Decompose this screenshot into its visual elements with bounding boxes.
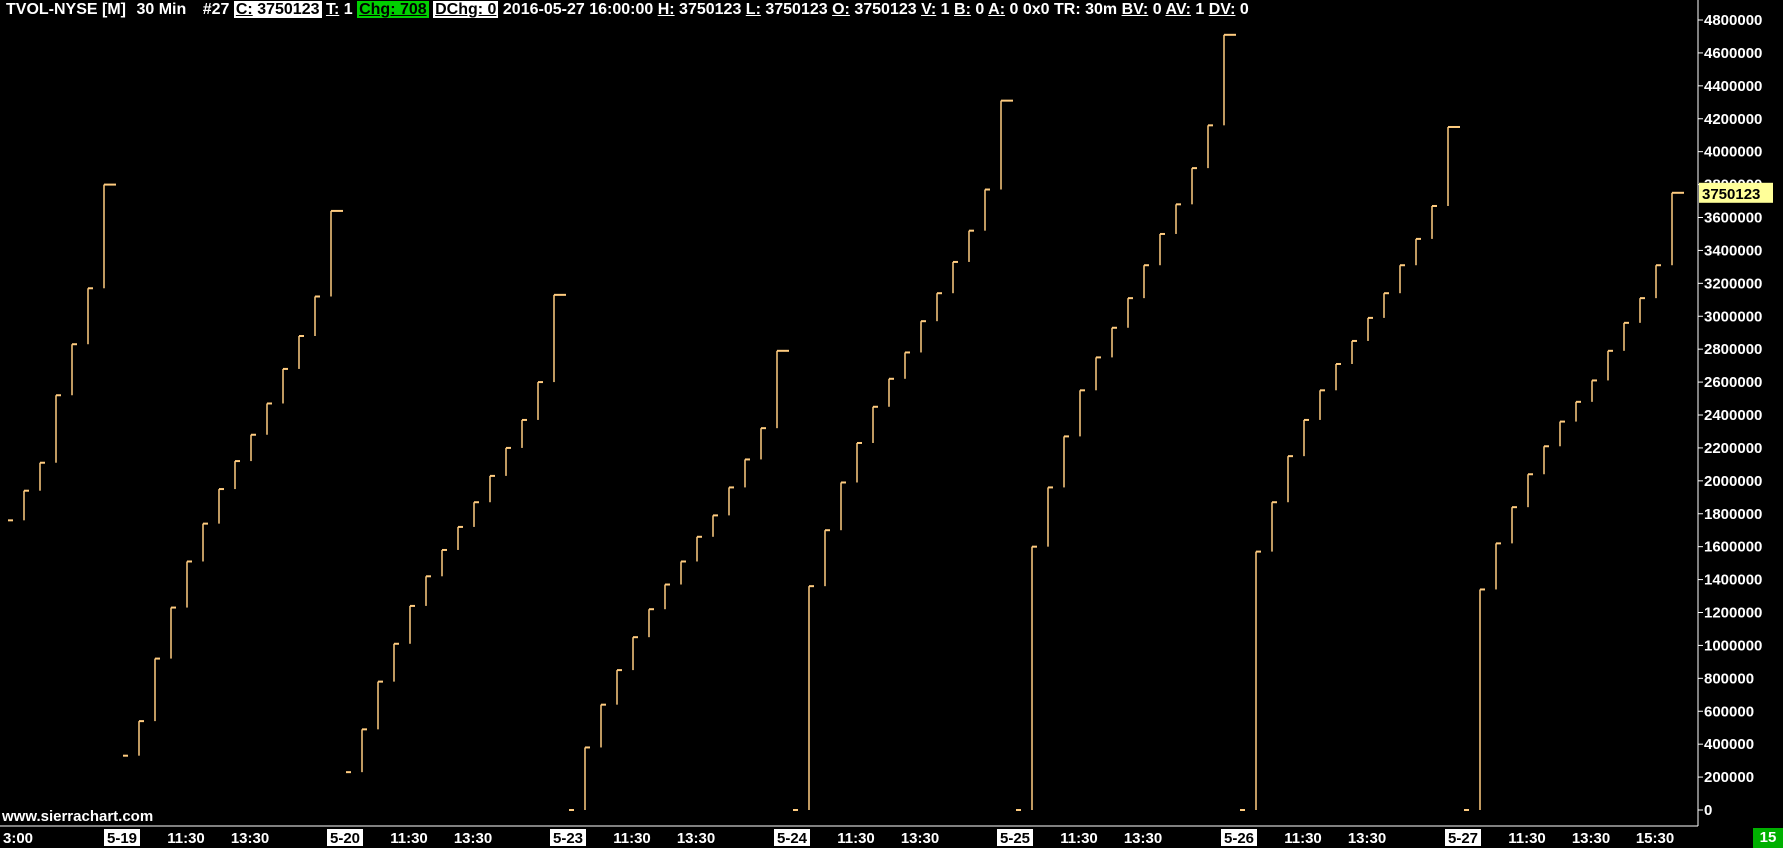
session-5-23 [569,349,789,811]
chart-header: TVOL-NYSE [M] 30 Min #27 C: 3750123 T: 1… [6,0,1249,20]
x-date-label: 5-20 [330,830,360,847]
l-value: 3750123 [765,1,828,18]
datetime-label: 2016-05-27 16:00:00 [502,1,654,18]
y-tick-label: 2200000 [1704,440,1762,457]
x-time-label: 13:30 [901,830,939,847]
av-key: AV: [1165,1,1191,18]
l-key: L: [745,1,761,18]
h-value: 3750123 [679,1,742,18]
o-key: O: [832,1,850,18]
last-price-label: 3750123 [1702,186,1760,203]
h-key: H: [657,1,675,18]
close-value-box: C: 3750123 [233,1,322,18]
chart-root: TVOL-NYSE [M] 30 Min #27 C: 3750123 T: 1… [0,0,1783,848]
x-date-label: 5-23 [553,830,583,847]
x-date-label: 5-26 [1224,830,1254,847]
y-tick-label: 800000 [1704,670,1754,687]
v-key: V: [921,1,937,18]
interval-label: 30 Min [136,1,187,18]
x-axis-ticks: 3:00 5-19 11:30 13:30 5-20 11:30 13:30 5-23 11:3… [3,829,1674,847]
session-5-24 [793,99,1013,811]
y-tick-label: 400000 [1704,736,1754,753]
y-tick-label: 1000000 [1704,637,1762,654]
bv-value: 0 [1152,1,1162,18]
x-date-label: 5-25 [1000,830,1030,847]
y-tick-label: 2000000 [1704,473,1762,490]
close-value: 3750123 [257,1,320,18]
a-key: A: [988,1,1006,18]
bv-key: BV: [1121,1,1149,18]
session-5-19 [123,209,343,757]
y-tick-label: 4200000 [1704,111,1762,128]
session-5-18 [8,183,116,522]
y-tick-label: 1600000 [1704,539,1762,556]
x-time-label: 11:30 [837,830,875,847]
y-tick-label: 4000000 [1704,144,1762,161]
x-time-label: 13:30 [1348,830,1386,847]
tr-label: TR: 30m [1053,1,1118,18]
y-tick-label: 3600000 [1704,210,1762,227]
y-axis-ticks: 4800000460000044000004200000400000038000… [1698,12,1762,819]
y-tick-label: 2400000 [1704,407,1762,424]
x-time-label: 11:30 [167,830,205,847]
close-key: C: [235,1,253,18]
y-tick-label: 2600000 [1704,374,1762,391]
v-value: 1 [940,1,950,18]
o-value: 3750123 [854,1,917,18]
x-time-label: 13:30 [231,830,269,847]
y-tick-label: 3200000 [1704,275,1762,292]
last-price-tag: 3750123 [1699,182,1773,203]
session-5-20 [346,293,566,774]
watermark-text: www.sierrachart.com [2,808,154,825]
dchg-badge: DChg: 0 [433,1,499,18]
price-chart[interactable]: 4800000460000044000004200000400000038000… [0,0,1783,848]
x-date-label: 5-27 [1448,830,1478,847]
y-tick-label: 1200000 [1704,605,1762,622]
session-5-25 [1016,33,1236,811]
x-date-label: 5-24 [777,830,808,847]
x-time-label: 13:30 [1124,830,1162,847]
y-tick-label: 3000000 [1704,308,1762,325]
y-tick-label: 3400000 [1704,242,1762,259]
b-value: 0 [975,1,985,18]
x-time-label: 11:30 [1508,830,1546,847]
dv-value: 0 [1239,1,1249,18]
y-tick-label: 0 [1704,802,1712,819]
t-key: T: [325,1,340,18]
y-tick-label: 600000 [1704,703,1754,720]
x-time-label: 15:30 [1636,830,1674,847]
x-time-label: 13:30 [1572,830,1610,847]
y-tick-label: 1400000 [1704,572,1762,589]
y-tick-label: 4400000 [1704,78,1762,95]
y-tick-label: 1800000 [1704,506,1762,523]
b-key: B: [954,1,971,18]
x-time-label: 13:30 [454,830,492,847]
y-tick-label: 2800000 [1704,341,1762,358]
a-value: 0 0x0 [1009,1,1050,18]
av-value: 1 [1195,1,1205,18]
x-time-label: 13:30 [677,830,715,847]
zoom-badge[interactable]: 15 [1753,828,1783,848]
t-value: 1 [343,1,353,18]
y-tick-label: 4800000 [1704,12,1762,29]
dv-key: DV: [1208,1,1236,18]
y-tick-label: 200000 [1704,769,1754,786]
x-date-label: 5-19 [107,830,137,847]
x-time-label: 3:00 [3,830,33,847]
x-time-label: 11:30 [613,830,651,847]
symbol-label: TVOL-NYSE [M] [6,1,126,18]
y-tick-label: 4600000 [1704,45,1762,62]
x-time-label: 11:30 [390,830,428,847]
x-time-label: 11:30 [1060,830,1098,847]
session-5-26 [1240,125,1460,811]
bars-layer [8,33,1684,811]
chg-badge: Chg: 708 [357,1,429,18]
session-5-27 [1464,191,1684,811]
bar-index-label: #27 [202,1,230,18]
x-time-label: 11:30 [1284,830,1322,847]
